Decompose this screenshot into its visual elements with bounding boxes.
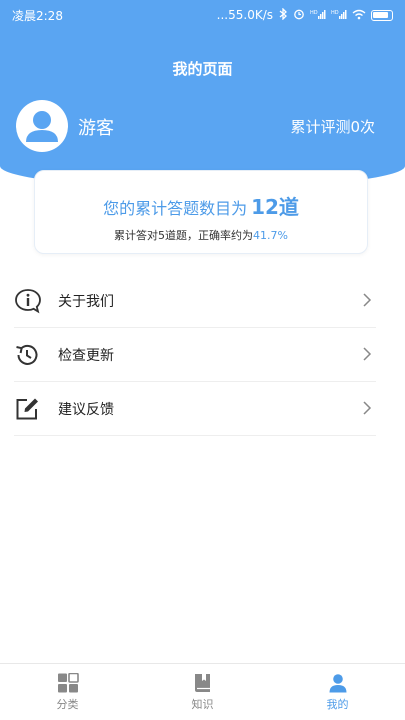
- chevron-right-icon: [363, 401, 372, 415]
- chevron-right-icon: [363, 293, 372, 307]
- menu-item-feedback[interactable]: 建议反馈: [14, 382, 376, 436]
- signal-icon: HD: [310, 9, 326, 22]
- person-icon: [26, 111, 58, 142]
- status-icons: ...55.0K/s HD HD: [216, 7, 393, 22]
- stats-card: 您的累计答题数目为 12道 累计答对5道题，正确率约为41.7%: [34, 170, 368, 254]
- menu-item-label: 建议反馈: [58, 401, 114, 418]
- person-icon: [329, 673, 346, 692]
- menu-item-label: 检查更新: [58, 347, 114, 364]
- nav-label: 知识: [191, 697, 214, 711]
- wifi-icon: [352, 9, 366, 22]
- nav-item-mine[interactable]: 我的: [270, 664, 405, 720]
- avatar[interactable]: [16, 100, 68, 152]
- info-icon: [14, 286, 44, 316]
- grid-icon: [57, 672, 79, 692]
- settings-menu: 关于我们 检查更新 建议反馈: [14, 274, 376, 436]
- stats-sub-line: 累计答对5道题，正确率约为41.7%: [35, 227, 367, 243]
- nav-item-category[interactable]: 分类: [0, 664, 135, 720]
- bluetooth-icon: [278, 7, 288, 22]
- stats-main-value: 12道: [251, 195, 299, 219]
- menu-item-check-update[interactable]: 检查更新: [14, 328, 376, 382]
- signal-hd-label: HD: [331, 10, 339, 16]
- edit-icon: [14, 394, 44, 424]
- nav-item-knowledge[interactable]: 知识: [135, 664, 270, 720]
- signal-hd-label: HD: [310, 10, 318, 16]
- book-icon: [194, 673, 210, 692]
- page-title: 我的页面: [172, 60, 233, 78]
- stats-sub-prefix: 累计答对5道题，正确率约为: [114, 229, 254, 242]
- stats-sub-value: 41.7%: [253, 229, 288, 242]
- bottom-nav: 分类 知识 我的: [0, 663, 405, 720]
- network-speed: ...55.0K/s: [216, 8, 273, 22]
- username: 游客: [78, 118, 114, 139]
- signal-icon: HD: [331, 9, 347, 22]
- status-bar: 凌晨2:28 ...55.0K/s HD HD: [0, 0, 405, 30]
- eval-count: 累计评测0次: [290, 118, 375, 136]
- status-time: 凌晨2:28: [12, 8, 63, 23]
- chevron-right-icon: [363, 347, 372, 361]
- menu-item-about[interactable]: 关于我们: [14, 274, 376, 328]
- nav-label: 我的: [326, 697, 349, 711]
- stats-main-prefix: 您的累计答题数目为: [103, 199, 248, 218]
- history-icon: [14, 340, 44, 370]
- alarm-icon: [293, 8, 305, 22]
- nav-label: 分类: [56, 697, 79, 711]
- menu-item-label: 关于我们: [58, 293, 114, 310]
- stats-main-line: 您的累计答题数目为 12道: [35, 191, 367, 220]
- battery-icon: [371, 9, 393, 21]
